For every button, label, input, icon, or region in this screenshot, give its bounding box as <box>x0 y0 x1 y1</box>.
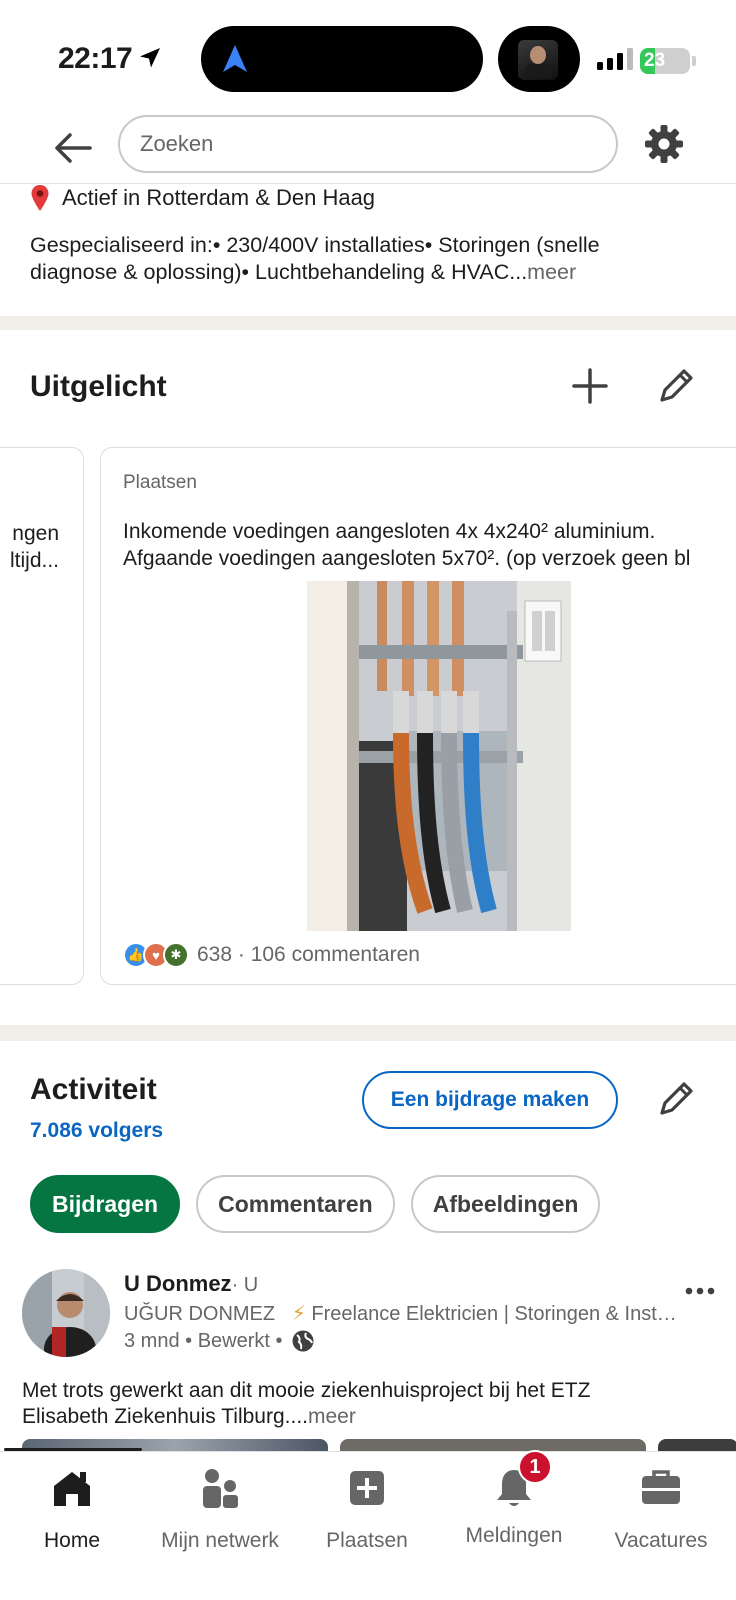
about-text[interactable]: Gespecialiseerd in:• 230/400V installati… <box>30 232 710 286</box>
post-body-line: Elisabeth Ziekenhuis Tilburg.... <box>22 1405 308 1428</box>
switchboard-photo[interactable] <box>307 581 571 931</box>
activity-tabs: Bijdragen Commentaren Afbeeldingen <box>30 1175 601 1233</box>
post-body-line: Met trots gewerkt aan dit mooie ziekenhu… <box>22 1379 591 1402</box>
edit-icon[interactable] <box>656 1079 696 1119</box>
tab-bijdragen[interactable]: Bijdragen <box>30 1175 181 1233</box>
prev-card-text: ltijd... <box>9 549 59 572</box>
add-post-icon <box>350 1471 384 1505</box>
post-image[interactable] <box>658 1439 736 1451</box>
location-text: Actief in Rotterdam & Den Haag <box>62 185 376 210</box>
author-name: U Donmez <box>124 1271 232 1296</box>
live-activity-avatar <box>498 26 580 92</box>
about-line: Gespecialiseerd in:• 230/400V installati… <box>30 233 600 257</box>
status-bar: 22:17 23 <box>0 0 736 112</box>
nav-label: Meldingen <box>465 1524 563 1547</box>
home-icon <box>54 1472 90 1506</box>
navigation-arrow-icon <box>223 45 247 72</box>
location-arrow-icon <box>140 48 160 68</box>
signal-icon <box>597 48 633 70</box>
author-headline: UĞUR DONMEZ ⚡ Freelance Elektricien | St… <box>124 1301 684 1326</box>
section-divider <box>0 1025 736 1041</box>
reaction-count: 638 · 106 commentaren <box>197 943 420 966</box>
card-type-label: Plaatsen <box>123 472 197 493</box>
nav-label: Plaatsen <box>326 1529 408 1552</box>
featured-card[interactable]: Plaatsen Inkomende voedingen aangesloten… <box>100 447 736 985</box>
post-more-link[interactable]: meer <box>308 1405 356 1428</box>
nav-label: Vacatures <box>614 1529 708 1552</box>
activity-title: Activiteit <box>30 1073 157 1106</box>
nav-home[interactable]: Home <box>2 1466 142 1553</box>
create-post-button[interactable]: Een bijdrage maken <box>362 1071 618 1129</box>
prev-card-text: ngen <box>12 522 59 545</box>
nav-notifications[interactable]: 1 Meldingen <box>444 1450 584 1548</box>
post-meta-text: 3 mnd • Bewerkt • <box>124 1329 283 1352</box>
tab-commentaren[interactable]: Commentaren <box>196 1175 395 1233</box>
battery-level: 23 <box>644 50 666 71</box>
search-placeholder: Zoeken <box>140 131 214 156</box>
nav-post[interactable]: Plaatsen <box>297 1466 437 1553</box>
post-meta: 3 mnd • Bewerkt • <box>124 1329 315 1353</box>
scroll-indicator <box>4 1448 142 1451</box>
headline-name: UĞUR DONMEZ <box>124 1303 276 1325</box>
about-section: Actief in Rotterdam & Den Haag Gespecial… <box>0 184 736 316</box>
about-more-link[interactable]: meer <box>527 260 576 284</box>
network-icon <box>203 1469 238 1508</box>
reactions-row[interactable]: 👍 ♥ ✱ 638 · 106 commentaren <box>123 942 420 968</box>
reaction-icons: 👍 ♥ ✱ <box>123 942 189 968</box>
nav-my-network[interactable]: Mijn netwerk <box>150 1466 290 1553</box>
activity-section: Activiteit 7.086 volgers Een bijdrage ma… <box>0 1041 736 1451</box>
search-input[interactable]: Zoeken <box>118 115 618 173</box>
add-icon[interactable] <box>570 366 610 406</box>
post-image[interactable] <box>340 1439 646 1451</box>
featured-title: Uitgelicht <box>30 370 167 403</box>
card-post-text: Inkomende voedingen aangesloten 4x 4x240… <box>123 518 723 572</box>
author-degree: · U <box>231 1274 259 1296</box>
nav-jobs[interactable]: Vacatures <box>591 1466 731 1553</box>
featured-card-previous[interactable]: ngen ltijd... <box>0 447 84 985</box>
celebrate-icon: ✱ <box>163 942 189 968</box>
clock: 22:17 <box>58 42 133 75</box>
post-body[interactable]: Met trots gewerkt aan dit mooie ziekenhu… <box>22 1378 712 1430</box>
battery-icon: 23 <box>640 48 690 74</box>
headline-text: Freelance Elektricien | Storingen & Inst… <box>311 1303 684 1325</box>
location-line: Actief in Rotterdam & Den Haag <box>30 184 375 212</box>
lightning-icon: ⚡ <box>291 1303 306 1325</box>
followers-count[interactable]: 7.086 volgers <box>30 1119 163 1143</box>
section-divider <box>0 316 736 330</box>
post-author[interactable]: U Donmez· U <box>124 1271 258 1297</box>
about-line: diagnose & oplossing)• Luchtbehandeling … <box>30 260 510 284</box>
post-header: U Donmez· U UĞUR DONMEZ ⚡ Freelance Elek… <box>22 1269 722 1359</box>
tab-afbeeldingen[interactable]: Afbeeldingen <box>410 1175 601 1233</box>
briefcase-icon <box>642 1470 680 1504</box>
globe-icon <box>292 1330 314 1352</box>
nav-label: Mijn netwerk <box>161 1529 279 1552</box>
avatar[interactable] <box>22 1269 110 1357</box>
notification-badge: 1 <box>518 1450 552 1484</box>
avatar <box>518 40 558 80</box>
dynamic-island <box>201 26 483 92</box>
featured-section: Uitgelicht ngen ltijd... Plaatsen Inkome… <box>0 330 736 1025</box>
more-options-icon[interactable] <box>684 1285 716 1297</box>
edit-icon[interactable] <box>656 366 696 406</box>
nav-label: Home <box>43 1529 101 1552</box>
card-text-line: Afgaande voedingen aangesloten 5x70². (o… <box>123 547 691 570</box>
card-text-line: Inkomende voedingen aangesloten 4x 4x240… <box>123 520 656 543</box>
top-navigation: Zoeken <box>0 112 736 184</box>
about-ellipsis: ... <box>509 260 528 284</box>
bottom-navigation: Home Mijn netwerk Plaatsen 1 Meldingen V… <box>0 1448 736 1600</box>
battery-cap <box>692 56 696 66</box>
pin-icon <box>31 185 49 211</box>
back-arrow-icon[interactable] <box>50 126 94 170</box>
gear-icon[interactable] <box>642 122 686 166</box>
